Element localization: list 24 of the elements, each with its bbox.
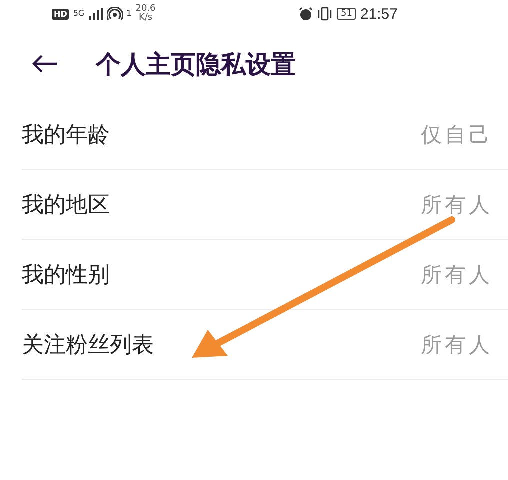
hotspot-icon xyxy=(106,7,123,21)
hotspot-count: 1 xyxy=(126,10,132,18)
setting-label: 我的性别 xyxy=(22,262,110,290)
speed-unit: K/s xyxy=(138,14,153,23)
battery-level: 51 xyxy=(337,8,356,20)
page-title: 个人主页隐私设置 xyxy=(96,48,296,80)
alarm-icon xyxy=(299,7,313,21)
setting-value: 所有人 xyxy=(421,192,493,218)
hd-badge: HD xyxy=(52,8,70,20)
setting-label: 我的年龄 xyxy=(22,122,110,150)
clock-time: 21:57 xyxy=(360,6,398,22)
settings-row[interactable]: 我的地区 所有人 xyxy=(22,170,508,240)
signal-icon xyxy=(88,8,103,20)
back-icon[interactable] xyxy=(32,54,58,74)
setting-value: 所有人 xyxy=(421,332,493,358)
network-speed: 20.6 xyxy=(136,5,156,14)
settings-row[interactable]: 我的年龄 仅自己 xyxy=(22,100,508,170)
setting-value: 所有人 xyxy=(421,262,493,288)
setting-label: 我的地区 xyxy=(22,192,110,220)
setting-value: 仅自己 xyxy=(421,122,493,148)
settings-row[interactable]: 我的性别 所有人 xyxy=(22,240,508,310)
vibrate-icon xyxy=(317,7,333,21)
setting-label: 关注粉丝列表 xyxy=(22,332,154,360)
network-label: 5G xyxy=(73,10,85,18)
